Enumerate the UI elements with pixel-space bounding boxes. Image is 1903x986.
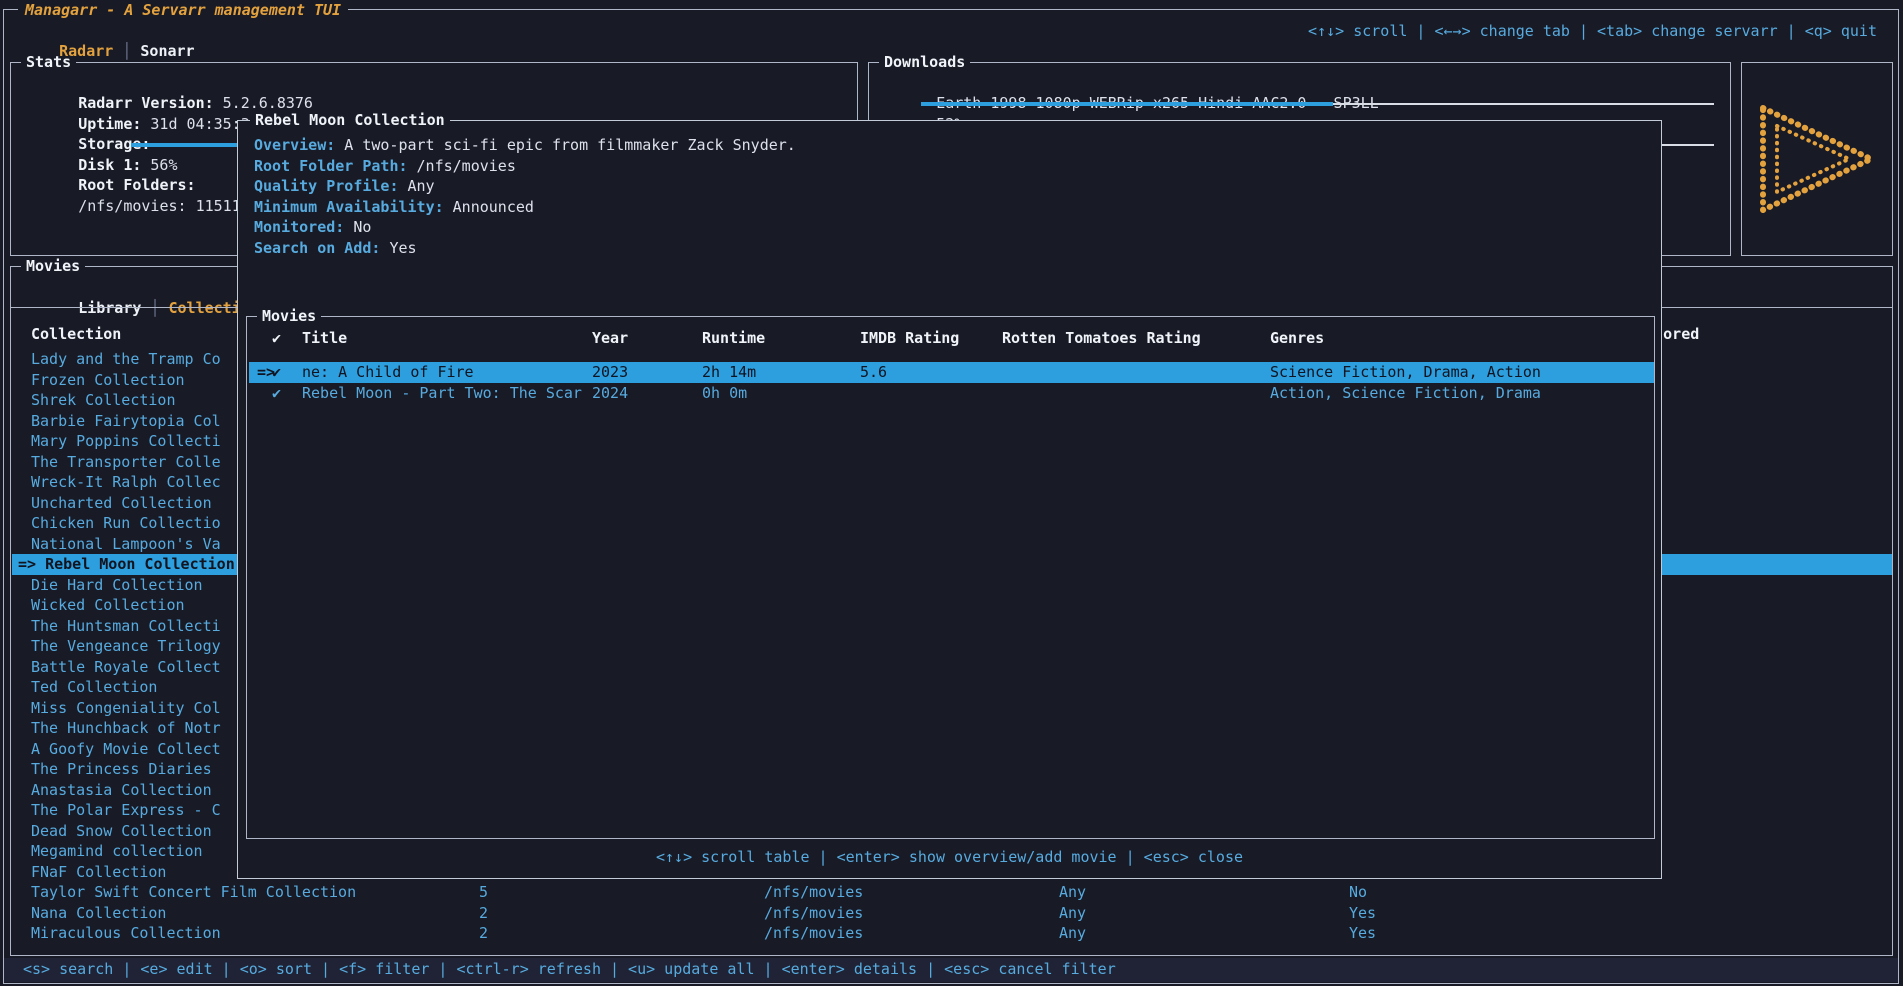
modal-monitored-line: Monitored: No [254,217,371,237]
collection-name: => Rebel Moon Collection [18,554,235,575]
movie-year: 2024 [592,383,628,404]
collection-name: A Goofy Movie Collect [31,739,221,760]
collection-name: Ted Collection [31,677,157,698]
collection-quality-profile: Any [1059,903,1086,924]
collection-name: The Vengeance Trilogy [31,636,221,657]
movie-title: Rebel Moon - Part Two: The Scar [302,383,582,404]
bottom-help-bar: <s> search | <e> edit | <o> sort | <f> f… [4,958,1899,982]
overview-label: Overview: [254,136,335,154]
collection-name: The Hunchback of Notr [31,718,221,739]
tab-radarr[interactable]: Radarr [59,42,113,60]
collection-name: Taylor Swift Concert Film Collection [31,882,356,903]
collection-name: Chicken Run Collectio [31,513,221,534]
search-on-add-label: Search on Add: [254,239,380,257]
collection-name: Miss Congeniality Col [31,698,221,719]
collection-search-on-add: No [1349,882,1367,903]
collection-name: Wreck-It Ralph Collec [31,472,221,493]
collection-quality-profile: Any [1059,882,1086,903]
modal-min-availability-line: Minimum Availability: Announced [254,197,534,217]
collection-name: Die Hard Collection [31,575,203,596]
monitored-label: Monitored: [254,218,344,236]
collection-name: The Transporter Colle [31,452,221,473]
collection-name: The Huntsman Collecti [31,616,221,637]
collection-search-on-add: Yes [1349,923,1376,944]
movie-imdb-rating: 5.6 [860,362,887,383]
movie-row[interactable]: ✔ Rebel Moon - Part Two: The Scar 2024 0h 0… [249,383,1654,404]
collection-name: Miraculous Collection [31,923,221,944]
collection-name: The Polar Express - C [31,800,221,821]
tab-sonarr[interactable]: Sonarr [140,42,194,60]
collection-name: Lady and the Tramp Co [31,349,221,370]
modal-movies-table: Movies ✔ Title Year Runtime IMDB Rating … [246,316,1655,839]
quality-profile-value: Any [408,177,435,195]
minimum-availability-value: Announced [453,198,534,216]
collection-root-folder: /nfs/movies [764,923,863,944]
overview-value: A two-part sci-fi epic from filmmaker Za… [344,136,796,154]
movie-runtime: 2h 14m [702,362,756,383]
download-progress-fill [921,102,1333,106]
app-title: Managarr - A Servarr management TUI [18,0,348,20]
tab-separator [113,42,122,60]
collection-movies: 2 [479,903,488,924]
modal-title: Rebel Moon Collection [250,110,450,130]
downloads-panel-title: Downloads [879,52,970,72]
movie-genres: Action, Science Fiction, Drama [1270,383,1541,404]
collection-name: FNaF Collection [31,862,166,883]
collection-name: Barbie Fairytopia Col [31,411,221,432]
collection-name: Mary Poppins Collecti [31,431,221,452]
collection-root-folder: /nfs/movies [764,903,863,924]
collection-name: National Lampoon's Va [31,534,221,555]
logo-panel [1741,62,1893,256]
collection-movies: 5 [479,882,488,903]
collection-details-modal: Rebel Moon Collection Overview:A two-par… [237,120,1662,879]
servarr-tabbar: Radarr │ Sonarr [23,21,195,81]
collection-root-folder: /nfs/movies [764,882,863,903]
collection-name: Wicked Collection [31,595,185,616]
collection-name: Frozen Collection [31,370,185,391]
collection-row[interactable]: Taylor Swift Concert Film Collection 5/nf… [12,882,1892,903]
modal-quality-profile-line: Quality Profile: Any [254,176,435,196]
quality-profile-label: Quality Profile: [254,177,399,195]
movies-table-body: =>✔ne: A Child of Fire20232h 14m5.6Scien… [247,317,1654,838]
modal-footer-keybindings: <↑↓> scroll table | <enter> show overvie… [238,847,1661,867]
movie-monitored: ✔ [272,383,281,404]
collection-name: Nana Collection [31,903,166,924]
movie-year: 2023 [592,362,628,383]
collection-name: Dead Snow Collection [31,821,212,842]
modal-overview-line: Overview: A two-part sci-fi epic from fil… [254,135,796,155]
collection-quality-profile: Any [1059,923,1086,944]
monitored-value: No [353,218,371,236]
managarr-logo-icon [1753,101,1883,217]
modal-search-on-add-line: Search on Add: Yes [254,238,417,258]
collection-movies: 2 [479,923,488,944]
collection-row[interactable]: Nana Collection 2/nfs/movies Any Yes [12,903,1892,924]
search-on-add-value: Yes [389,239,416,257]
movie-title: ne: A Child of Fire [302,362,474,383]
movie-genres: Science Fiction, Drama, Action [1270,362,1541,383]
movie-runtime: 0h 0m [702,383,747,404]
minimum-availability-label: Minimum Availability: [254,198,444,216]
modal-root-folder-line: Root Folder Path: /nfs/movies [254,156,516,176]
movie-monitored: ✔ [272,362,281,383]
movie-row[interactable]: =>✔ne: A Child of Fire20232h 14m5.6Scien… [249,362,1654,383]
collection-name: Battle Royale Collect [31,657,221,678]
collection-row[interactable]: Miraculous Collection 2/nfs/movies Any Yes [12,923,1892,944]
root-folder-path-value: /nfs/movies [417,157,516,175]
root-folder-path-label: Root Folder Path: [254,157,408,175]
collection-search-on-add: Yes [1349,903,1376,924]
collection-name: Uncharted Collection [31,493,212,514]
top-help-keybindings: <↑↓> scroll | <←→> change tab | <tab> ch… [1308,21,1877,41]
app-window: Managarr - A Servarr management TUI Rada… [0,0,1903,986]
collection-name: Shrek Collection [31,390,176,411]
collection-name: The Princess Diaries [31,759,212,780]
collection-name: Anastasia Collection [31,780,212,801]
collection-name: Megamind collection [31,841,203,862]
